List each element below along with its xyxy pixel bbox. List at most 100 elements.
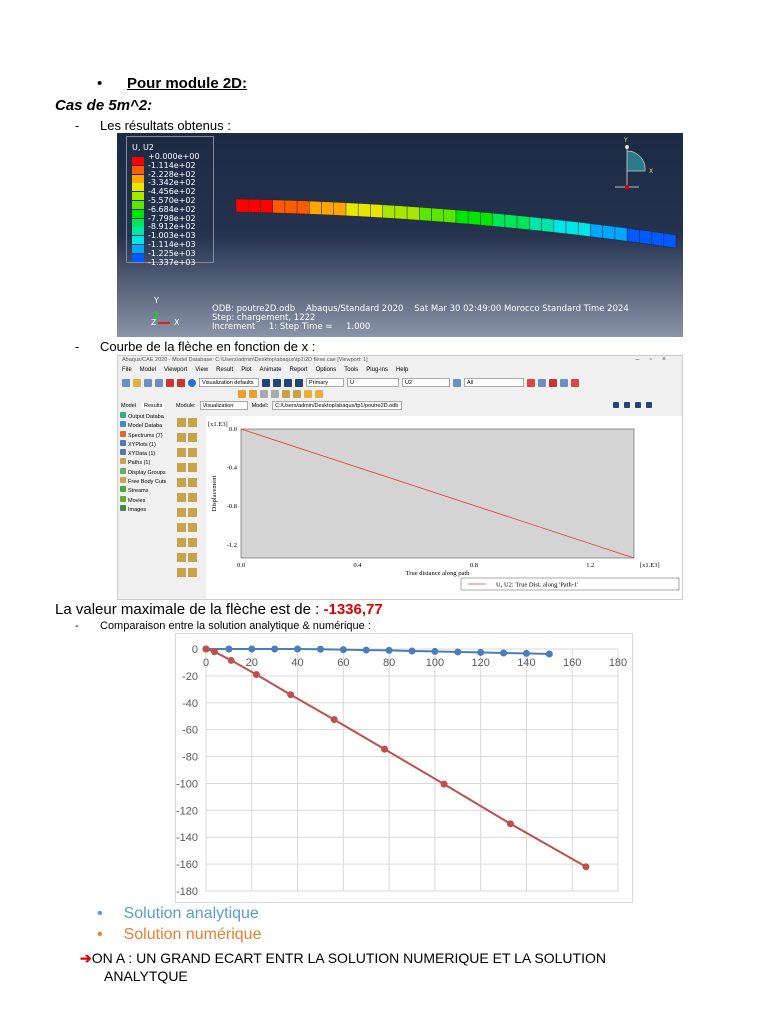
viz-defaults-select[interactable]: Visualization defaults xyxy=(199,378,259,387)
model-select[interactable]: C:/Users/admin/Desktop/abaqus/tp1/poutre… xyxy=(272,401,403,410)
toolbox-tool-icon[interactable] xyxy=(177,538,186,547)
prev-frame-icon[interactable] xyxy=(273,378,281,387)
box-zoom-icon[interactable] xyxy=(527,378,535,387)
tree-node-icon xyxy=(120,495,126,502)
tree-item[interactable]: Model Databa xyxy=(120,421,176,430)
toolbox-tool-icon[interactable] xyxy=(188,433,197,442)
tree-item[interactable]: XYPlots (1) xyxy=(120,439,176,449)
menu-item-result[interactable]: Result xyxy=(216,367,233,375)
menu-item-options[interactable]: Options xyxy=(316,367,337,375)
tree-item[interactable]: XYData (1) xyxy=(120,449,176,458)
toolbox-tool-icon[interactable] xyxy=(188,478,197,487)
tree-item[interactable]: Output Databa xyxy=(120,412,176,421)
toolbox-tool-icon[interactable] xyxy=(188,523,197,532)
render-style-icon[interactable] xyxy=(238,390,246,398)
first-frame-icon[interactable] xyxy=(262,378,270,387)
refresh-icon[interactable] xyxy=(453,378,461,387)
window-controls[interactable]: –▫× xyxy=(636,356,676,363)
menu-item-report[interactable]: Report xyxy=(290,367,308,375)
tree-item[interactable]: Free Body Cuts xyxy=(120,477,176,486)
redo-view-icon[interactable] xyxy=(271,390,279,398)
tree-item[interactable]: Paths (1) xyxy=(120,458,176,467)
component-select[interactable]: U2 xyxy=(402,378,450,387)
toolbox-tool-icon[interactable] xyxy=(188,418,197,427)
toolbox-tool-icon[interactable] xyxy=(177,433,186,442)
y-tick-label: -180 xyxy=(176,886,198,898)
toolbox-tool-icon[interactable] xyxy=(188,553,197,562)
toolbox-tool-icon[interactable] xyxy=(177,568,186,577)
menu-item-viewport[interactable]: Viewport xyxy=(164,367,187,375)
new-icon[interactable] xyxy=(122,378,130,387)
beam-element xyxy=(345,202,359,217)
last-frame-icon[interactable] xyxy=(295,378,303,387)
print-icon[interactable] xyxy=(155,378,163,387)
first-frame-icon[interactable] xyxy=(613,402,619,408)
zoom-icon[interactable] xyxy=(560,378,568,387)
beam-element xyxy=(358,203,371,218)
toolbox-tool-icon[interactable] xyxy=(177,418,186,427)
triad-x-arrow-icon xyxy=(158,322,170,324)
toolbox-tool-icon[interactable] xyxy=(177,463,186,472)
menu-item-help[interactable]: Help xyxy=(396,367,408,375)
variable-select[interactable]: U xyxy=(347,378,399,387)
toolbox-tool-icon[interactable] xyxy=(188,568,197,577)
render-style-icon[interactable] xyxy=(249,390,257,398)
rotate-icon[interactable] xyxy=(549,378,557,387)
fit-icon[interactable] xyxy=(571,378,579,387)
open-icon[interactable] xyxy=(133,378,141,387)
undo-view-icon[interactable] xyxy=(260,390,268,398)
tree-item[interactable]: Spectrums (7) xyxy=(120,430,176,440)
toolbox-tool-icon[interactable] xyxy=(188,508,197,517)
toolbox-tool-icon[interactable] xyxy=(177,493,186,502)
x-tick-label: 0.4 xyxy=(353,562,362,569)
beam-element xyxy=(455,209,469,225)
menu-item-plot[interactable]: Plot xyxy=(241,367,251,375)
menu-item-plug-ins[interactable]: Plug-ins xyxy=(366,367,388,375)
menu-item-model[interactable]: Model xyxy=(140,367,156,375)
menu-item-view[interactable]: View xyxy=(195,367,208,375)
save-icon[interactable] xyxy=(144,378,152,387)
toolbox-tool-icon[interactable] xyxy=(177,508,186,517)
menu-item-file[interactable]: File xyxy=(122,367,132,375)
toolbox-tool-icon[interactable] xyxy=(177,553,186,562)
info-icon[interactable] xyxy=(188,378,196,387)
beam-element xyxy=(431,207,444,223)
toolbox-tool-icon[interactable] xyxy=(177,448,186,457)
import-icon[interactable] xyxy=(166,378,174,387)
next-frame-icon[interactable] xyxy=(635,402,641,408)
views-icon[interactable] xyxy=(293,390,301,398)
tree-item[interactable]: Streams xyxy=(120,486,176,495)
menu-item-animate[interactable]: Animate xyxy=(260,367,282,375)
tree-item[interactable]: Display Groups xyxy=(120,467,176,477)
views-icon[interactable] xyxy=(315,390,323,398)
export-icon[interactable] xyxy=(177,378,185,387)
tab-model[interactable]: Model xyxy=(121,403,136,409)
pan-icon[interactable] xyxy=(538,378,546,387)
data-point xyxy=(330,716,338,724)
toolbox-tool-icon[interactable] xyxy=(177,523,186,532)
toolbox-tool-icon[interactable] xyxy=(188,493,197,502)
tree-node-icon xyxy=(120,439,126,446)
toolbox-tool-icon[interactable] xyxy=(188,448,197,457)
last-frame-icon[interactable] xyxy=(646,402,652,408)
tree-item-label: Display Groups xyxy=(128,469,166,476)
prev-frame-icon[interactable] xyxy=(624,402,630,408)
menu-item-tools[interactable]: Tools xyxy=(344,367,358,375)
views-icon[interactable] xyxy=(304,390,312,398)
selection-filter-select[interactable]: All xyxy=(464,378,524,387)
toolbox-tool-icon[interactable] xyxy=(188,463,197,472)
tree-item[interactable]: Images xyxy=(120,504,176,514)
next-frame-icon[interactable] xyxy=(284,378,292,387)
tab-results[interactable]: Results xyxy=(141,403,165,409)
views-icon[interactable] xyxy=(282,390,290,398)
x-tick-label: 180 xyxy=(609,657,627,669)
module-select[interactable]: Visualization xyxy=(199,401,248,410)
section-heading: Pour module 2D: xyxy=(127,75,248,92)
svg-text:Y: Y xyxy=(623,137,628,144)
toolbox-tool-icon[interactable] xyxy=(188,538,197,547)
toolbox-tool-icon[interactable] xyxy=(177,478,186,487)
tree-item[interactable]: Movies xyxy=(120,495,176,505)
primary-select[interactable]: Primary xyxy=(306,378,344,387)
tree-item-label: Model Databa xyxy=(128,423,163,430)
tree-node-icon xyxy=(120,449,126,456)
